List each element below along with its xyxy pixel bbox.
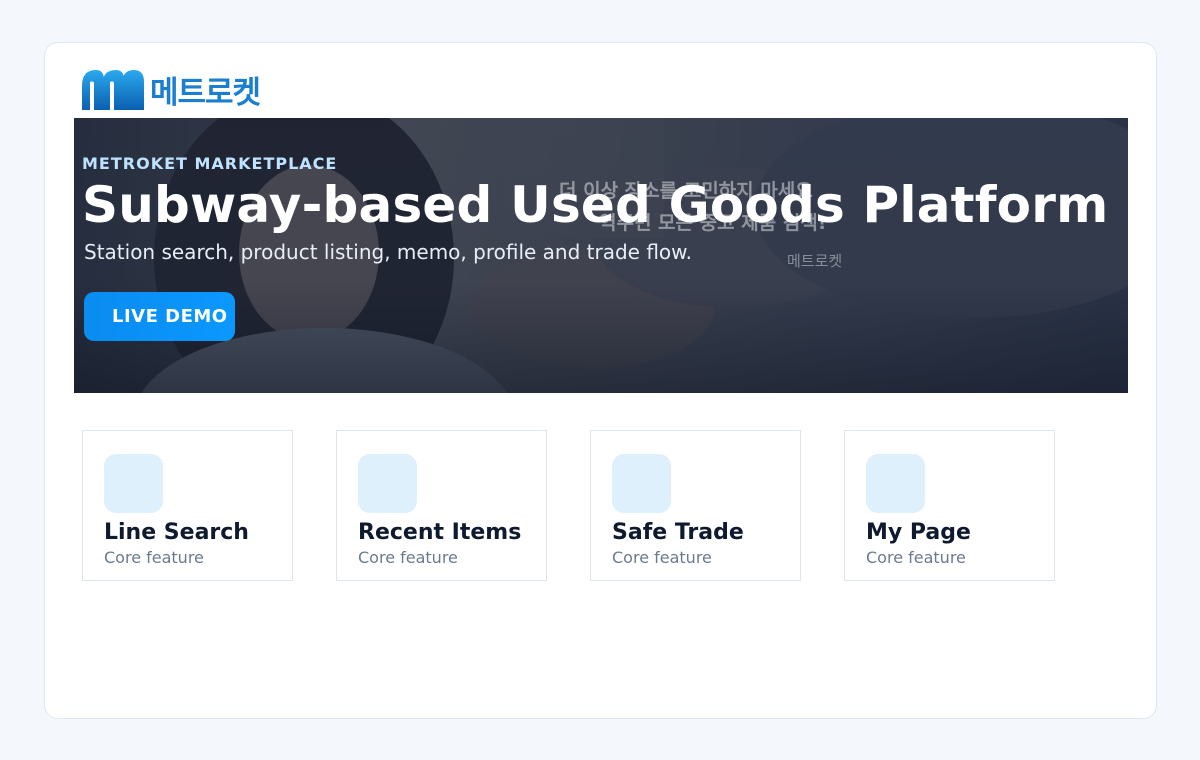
hero-subtitle: Station search, product listing, memo, p… — [84, 240, 693, 264]
feature-title: Line Search — [104, 520, 249, 545]
feature-card-line-search[interactable]: Line Search Core feature — [82, 430, 293, 581]
showcase-card: 메트로켓 더 이상 장소를 고민하지 마세요 역주변 모든 중고 제품 검색! … — [44, 42, 1157, 719]
feature-card-my-page[interactable]: My Page Core feature — [844, 430, 1055, 581]
feature-card-safe-trade[interactable]: Safe Trade Core feature — [590, 430, 801, 581]
feature-title: Recent Items — [358, 520, 522, 545]
metro-rocket-logo-icon — [82, 70, 144, 110]
hero-title: Subway-based Used Goods Platform — [82, 176, 1109, 234]
live-demo-button[interactable]: LIVE DEMO — [84, 292, 235, 341]
feature-title: My Page — [866, 520, 971, 545]
feature-icon — [866, 454, 925, 513]
hero-banner: 더 이상 장소를 고민하지 마세요 역주변 모든 중고 제품 검색! 메트로켓 … — [74, 118, 1128, 393]
feature-icon — [612, 454, 671, 513]
brand-logo[interactable]: 메트로켓 — [80, 68, 261, 111]
feature-subtitle: Core feature — [612, 548, 712, 567]
brand-name: 메트로켓 — [150, 74, 261, 111]
feature-icon — [358, 454, 417, 513]
feature-icon — [104, 454, 163, 513]
feature-list: Line Search Core feature Recent Items Co… — [82, 430, 1055, 581]
feature-subtitle: Core feature — [866, 548, 966, 567]
hero-eyebrow: METROKET MARKETPLACE — [82, 154, 338, 173]
feature-subtitle: Core feature — [104, 548, 204, 567]
feature-card-recent-items[interactable]: Recent Items Core feature — [336, 430, 547, 581]
feature-title: Safe Trade — [612, 520, 744, 545]
background-brand-text: 메트로켓 — [787, 252, 843, 270]
feature-subtitle: Core feature — [358, 548, 458, 567]
